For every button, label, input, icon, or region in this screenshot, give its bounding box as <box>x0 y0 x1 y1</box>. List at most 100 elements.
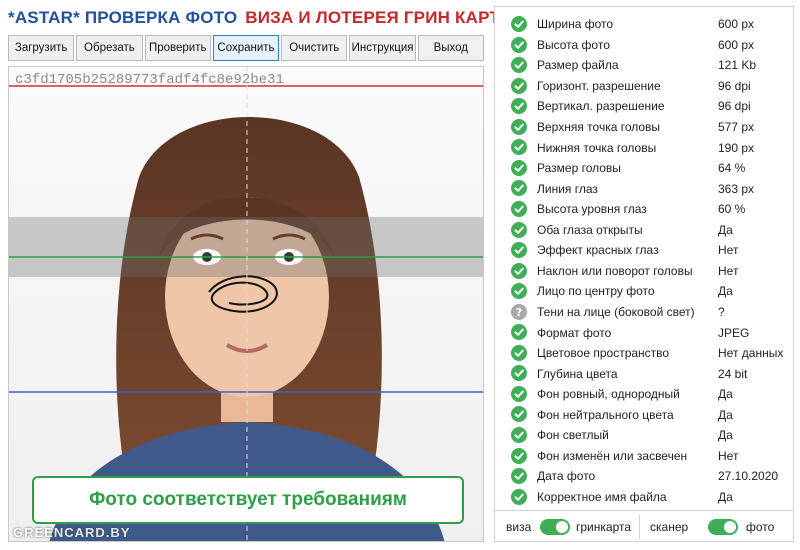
check-button[interactable]: Проверить <box>144 35 211 61</box>
toolbar: Загрузить Обрезать Проверить Сохранить О… <box>8 35 484 61</box>
app-title-part1: *ASTAR* ПРОВЕРКА ФОТО <box>8 8 238 27</box>
check-circle-icon <box>511 139 527 156</box>
check-circle-icon <box>511 427 527 443</box>
check-value: Нет данных <box>718 346 784 361</box>
photo-hash: c3fd1705b25289773fadf4fc8e92be31 <box>15 72 284 88</box>
greencard-label: гринкарта <box>576 520 632 534</box>
crop-button[interactable]: Обрезать <box>76 35 143 61</box>
check-row: Фон нейтрального цвета Да <box>495 404 795 425</box>
check-label: Фон изменён или засвечен <box>537 448 688 463</box>
check-circle-icon <box>511 468 527 485</box>
check-circle-icon <box>511 283 527 300</box>
check-label: Линия глаз <box>537 181 598 196</box>
load-button[interactable]: Загрузить <box>8 35 75 61</box>
check-label: Размер файла <box>537 58 619 73</box>
save-button[interactable]: Сохранить <box>212 35 280 61</box>
check-value: Нет <box>718 243 739 258</box>
check-circle-icon <box>511 180 527 197</box>
check-label: Фон светлый <box>537 428 609 443</box>
check-value: Нет <box>718 448 739 463</box>
check-row: Ширина фото 600 px <box>495 14 795 35</box>
check-label: Фон нейтрального цвета <box>537 407 674 422</box>
clear-button[interactable]: Очистить <box>281 35 348 61</box>
check-circle-icon <box>511 406 527 423</box>
check-label: Наклон или поворот головы <box>537 263 693 278</box>
check-row: ? Тени на лице (боковой свет)? <box>495 302 795 323</box>
check-label: Ширина фото <box>537 17 614 32</box>
check-row: Горизонт. разрешение 96 dpi <box>495 76 795 97</box>
check-value: 96 dpi <box>718 78 751 93</box>
check-label: Нижняя точка головы <box>537 140 657 155</box>
check-row: Нижняя точка головы 190 px <box>495 137 795 158</box>
check-value: Да <box>718 407 733 422</box>
instructions-button[interactable]: Инструкция <box>349 35 416 61</box>
photo-preview[interactable]: c3fd1705b25289773fadf4fc8e92be31 Фото со… <box>8 66 484 542</box>
check-label: Формат фото <box>537 325 612 340</box>
check-row: Цветовое пространство Нет данных <box>495 343 795 364</box>
check-value: 600 px <box>718 37 755 52</box>
app-title: *ASTAR* ПРОВЕРКА ФОТО ВИЗА И ЛОТЕРЕЯ ГРИН… <box>8 8 511 30</box>
scanner-label: сканер <box>650 520 689 534</box>
check-value: 363 px <box>718 181 755 196</box>
check-row: Размер файла 121 Kb <box>495 55 795 76</box>
check-value: Да <box>718 222 733 237</box>
app-title-part2: ВИЗА И ЛОТЕРЕЯ ГРИН КАРТА <box>245 8 512 27</box>
svg-text:?: ? <box>516 306 522 319</box>
check-value: Да <box>718 284 733 299</box>
check-label: Эффект красных глаз <box>537 243 659 258</box>
check-row: Глубина цвета 24 bit <box>495 363 795 384</box>
check-value: ? <box>718 304 725 319</box>
check-circle-icon <box>511 324 527 341</box>
visa-greencard-toggle[interactable] <box>540 519 570 535</box>
check-value: 64 % <box>718 161 746 176</box>
check-row: Фон светлый Да <box>495 425 795 446</box>
mode-toggles: виза гринкарта сканер фото <box>494 510 794 542</box>
check-row: Наклон или поворот головы Нет <box>495 261 795 282</box>
check-circle-icon <box>511 221 527 238</box>
check-circle-icon <box>511 98 527 115</box>
verdict-banner: Фото соответствует требованиям <box>32 476 464 524</box>
check-circle-icon <box>511 159 527 176</box>
check-label: Дата фото <box>537 469 596 484</box>
check-circle-icon <box>511 488 527 505</box>
exit-button[interactable]: Выход <box>417 35 484 61</box>
check-row: Формат фото JPEG <box>495 322 795 343</box>
check-label: Вертикал. разрешение <box>537 99 665 114</box>
check-label: Глубина цвета <box>537 366 618 381</box>
visa-label: виза <box>506 520 532 534</box>
check-circle-icon <box>511 57 527 74</box>
check-row: Оба глаза открыты Да <box>495 220 795 241</box>
check-label: Тени на лице (боковой свет) <box>537 304 695 319</box>
check-circle-icon <box>511 385 527 402</box>
check-row: Вертикал. разрешение 96 dpi <box>495 96 795 117</box>
check-circle-icon <box>511 365 527 382</box>
check-value: 600 px <box>718 17 755 32</box>
scanner-photo-toggle[interactable] <box>708 519 738 535</box>
check-row: Дата фото 27.10.2020 <box>495 466 795 487</box>
check-row: Высота фото 600 px <box>495 35 795 56</box>
check-value: 121 Kb <box>718 58 757 73</box>
check-circle-icon <box>511 262 527 279</box>
question-circle-icon: ? <box>511 303 527 320</box>
check-circle-icon <box>511 36 527 53</box>
check-label: Высота фото <box>537 37 610 52</box>
check-value: Да <box>718 428 733 443</box>
check-value: 96 dpi <box>718 99 751 114</box>
check-value: 27.10.2020 <box>718 469 779 484</box>
check-circle-icon <box>511 200 527 217</box>
check-value: JPEG <box>718 325 750 340</box>
check-label: Высота уровня глаз <box>537 202 647 217</box>
check-circle-icon <box>511 344 527 361</box>
check-row: Корректное имя файла Да <box>495 487 795 508</box>
check-label: Корректное имя файла <box>537 489 667 504</box>
photo-image <box>9 67 483 541</box>
check-row: Линия глаз 363 px <box>495 178 795 199</box>
check-value: Да <box>718 489 733 504</box>
check-value: Да <box>718 387 733 402</box>
check-circle-icon <box>511 118 527 135</box>
check-row: Эффект красных глаз Нет <box>495 240 795 261</box>
check-label: Цветовое пространство <box>537 346 670 361</box>
check-label: Оба глаза открыты <box>537 222 643 237</box>
watermark: GREENCARD.BY <box>13 525 131 540</box>
check-value: 24 bit <box>718 366 748 381</box>
